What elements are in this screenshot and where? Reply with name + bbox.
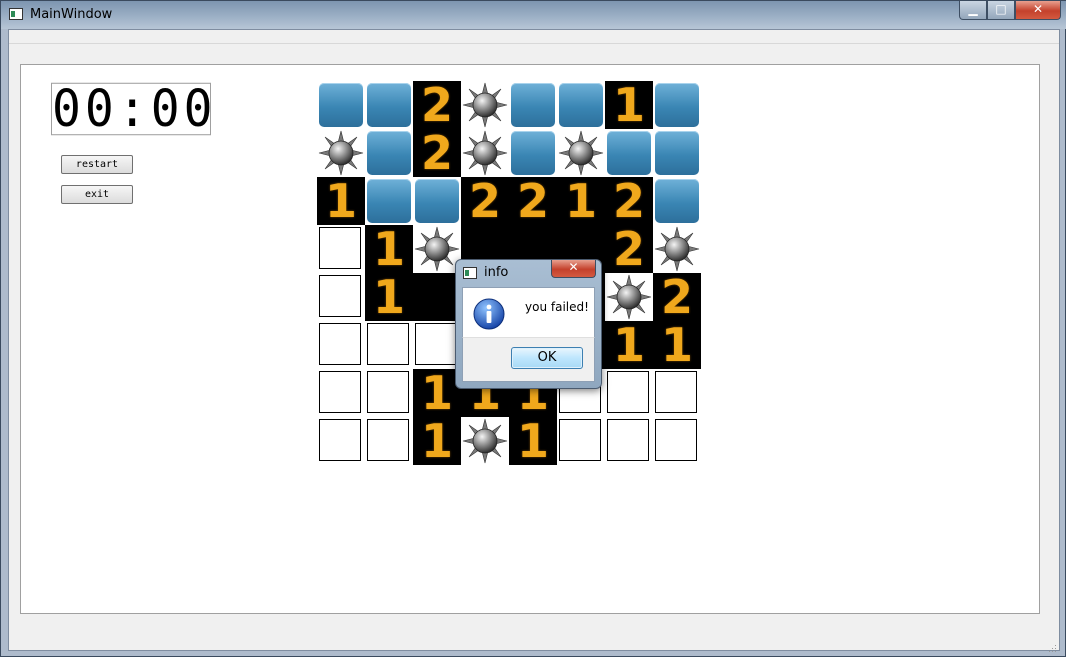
number-cell[interactable]: 1	[365, 273, 413, 321]
window-controls: ▁ □ ✕	[959, 1, 1061, 21]
covered-cell[interactable]	[653, 129, 701, 177]
main-window: MainWindow ▁ □ ✕ 00:00 restart exit 2121…	[0, 0, 1066, 657]
number-cell[interactable]: 1	[413, 417, 461, 465]
restart-button[interactable]: restart	[61, 155, 133, 174]
covered-cell[interactable]	[557, 81, 605, 129]
number-cell[interactable]: 2	[605, 225, 653, 273]
dialog-close-button[interactable]: ✕	[551, 260, 596, 278]
number-cell[interactable]: 1	[557, 177, 605, 225]
covered-cell[interactable]	[365, 81, 413, 129]
covered-cell[interactable]	[365, 177, 413, 225]
number-cell[interactable]: 1	[605, 321, 653, 369]
revealed-cell[interactable]	[413, 273, 461, 321]
close-icon: ✕	[1032, 2, 1044, 16]
empty-cell[interactable]	[365, 321, 413, 369]
empty-cell[interactable]	[365, 369, 413, 417]
empty-cell[interactable]	[653, 417, 701, 465]
empty-cell[interactable]	[653, 369, 701, 417]
empty-cell[interactable]	[365, 417, 413, 465]
dialog-body: you failed!	[462, 287, 595, 337]
menu-bar	[9, 30, 1059, 44]
number-cell[interactable]: 2	[413, 81, 461, 129]
number-cell[interactable]: 2	[413, 129, 461, 177]
number-cell[interactable]: 1	[413, 369, 461, 417]
empty-cell[interactable]	[557, 417, 605, 465]
app-icon	[9, 8, 23, 20]
close-icon: ✕	[568, 260, 579, 274]
minimize-icon: ▁	[968, 2, 978, 16]
empty-cell[interactable]	[605, 417, 653, 465]
covered-cell[interactable]	[605, 129, 653, 177]
info-dialog: info ✕ you failed! OK	[455, 259, 602, 389]
maximize-button[interactable]: □	[987, 1, 1015, 20]
number-cell[interactable]: 2	[509, 177, 557, 225]
window-title: MainWindow	[30, 7, 113, 22]
dialog-title: info	[484, 265, 509, 280]
number-cell[interactable]: 1	[509, 417, 557, 465]
dialog-app-icon	[463, 267, 477, 279]
covered-cell[interactable]	[413, 177, 461, 225]
empty-cell[interactable]	[317, 321, 365, 369]
covered-cell[interactable]	[509, 81, 557, 129]
size-grip[interactable]	[1047, 638, 1057, 652]
empty-cell[interactable]	[317, 417, 365, 465]
number-cell[interactable]: 2	[653, 273, 701, 321]
close-button[interactable]: ✕	[1015, 1, 1061, 20]
mine-cell[interactable]	[413, 225, 461, 273]
mine-cell[interactable]	[317, 129, 365, 177]
covered-cell[interactable]	[317, 81, 365, 129]
empty-cell[interactable]	[317, 369, 365, 417]
mine-cell[interactable]	[461, 417, 509, 465]
mine-cell[interactable]	[557, 129, 605, 177]
number-cell[interactable]: 1	[605, 81, 653, 129]
empty-cell[interactable]	[317, 225, 365, 273]
empty-cell[interactable]	[413, 321, 461, 369]
covered-cell[interactable]	[365, 129, 413, 177]
exit-button[interactable]: exit	[61, 185, 133, 204]
empty-cell[interactable]	[317, 273, 365, 321]
dialog-message: you failed!	[525, 300, 589, 314]
minimize-button[interactable]: ▁	[959, 1, 987, 20]
number-cell[interactable]: 1	[653, 321, 701, 369]
number-cell[interactable]: 1	[317, 177, 365, 225]
number-cell[interactable]: 1	[365, 225, 413, 273]
mine-cell[interactable]	[461, 129, 509, 177]
info-icon	[473, 298, 505, 330]
empty-cell[interactable]	[605, 369, 653, 417]
dialog-footer: OK	[462, 337, 595, 382]
number-cell[interactable]: 2	[461, 177, 509, 225]
covered-cell[interactable]	[653, 81, 701, 129]
mine-cell[interactable]	[653, 225, 701, 273]
covered-cell[interactable]	[653, 177, 701, 225]
maximize-icon: □	[995, 2, 1007, 16]
title-bar[interactable]: MainWindow ▁ □ ✕	[1, 1, 1066, 29]
mine-cell[interactable]	[605, 273, 653, 321]
timer-display: 00:00	[51, 79, 217, 139]
covered-cell[interactable]	[509, 129, 557, 177]
ok-button[interactable]: OK	[511, 347, 583, 369]
number-cell[interactable]: 2	[605, 177, 653, 225]
mine-cell[interactable]	[461, 81, 509, 129]
